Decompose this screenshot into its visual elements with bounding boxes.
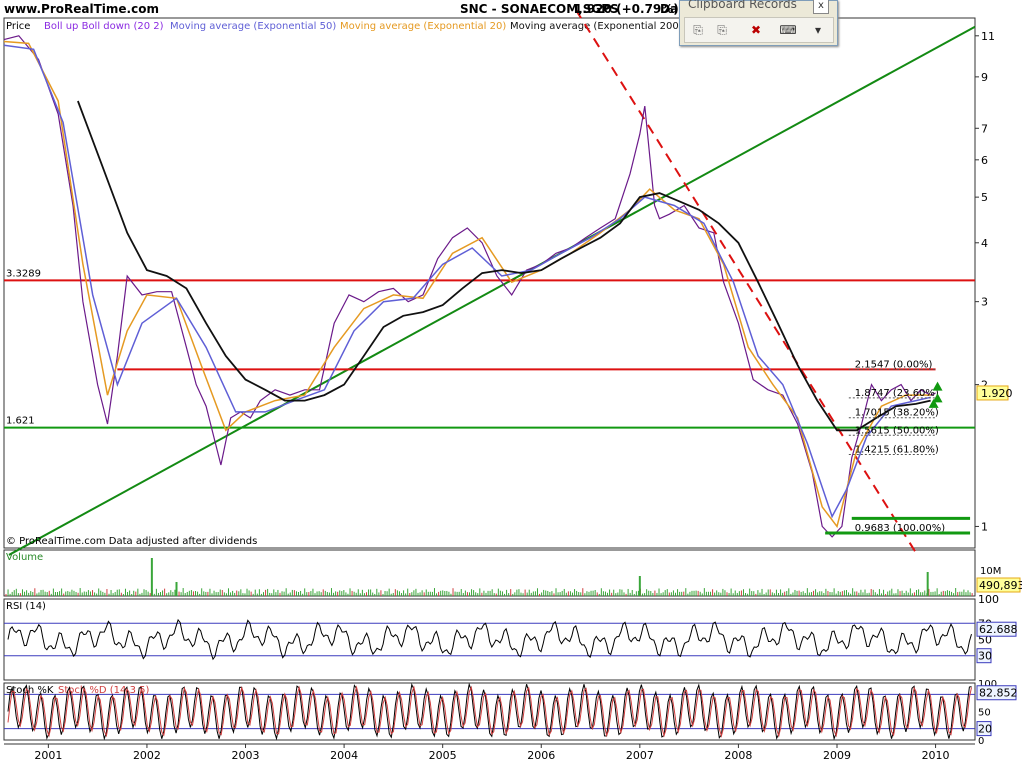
copy-icon[interactable]: ⎘: [689, 21, 707, 39]
level-label: 1.621: [6, 416, 35, 427]
y-tick-label: 1: [981, 520, 988, 533]
rsi-axis-label: 100: [978, 593, 999, 606]
y-tick-label: 7: [981, 122, 988, 135]
series-line: [3, 35, 936, 538]
x-tick-label: 2002: [133, 749, 161, 762]
y-tick-label: 5: [981, 191, 988, 204]
legend-item: Moving average (Exponential 20): [340, 21, 506, 32]
keyboard-icon[interactable]: ⌨: [779, 21, 797, 39]
stoch-axis-label: 50: [978, 708, 991, 719]
fib-level-label: 2.1547 (0.00%): [855, 359, 933, 370]
x-tick-label: 2010: [922, 749, 950, 762]
support-trendline: [8, 25, 976, 556]
y-tick-label: 4: [981, 237, 988, 250]
volume-last-label: 490,893: [979, 579, 1022, 592]
dropdown-icon[interactable]: ▾: [809, 21, 827, 39]
y-tick-label: 3: [981, 296, 988, 309]
volume-panel: [3, 549, 976, 597]
site-label: www.ProRealTime.com: [4, 2, 159, 16]
x-tick-label: 2009: [823, 749, 851, 762]
popup-toolbar: ⎘ ⎘ ✖ ⌨ ▾: [684, 17, 834, 43]
stoch-lower-label: 20: [978, 723, 992, 736]
rsi-title: RSI (14): [6, 601, 46, 612]
rsi-lower-label: 30: [978, 650, 992, 663]
price-panel: [3, 17, 976, 549]
popup-title: Clipboard Records: [688, 0, 797, 11]
rsi-last-label: 62.688: [979, 623, 1018, 636]
y-tick-label: 6: [981, 154, 988, 167]
x-tick-label: 2005: [429, 749, 457, 762]
legend-item: Boll up Boll down (20 2): [44, 21, 164, 32]
legend-item: Price: [6, 21, 30, 32]
x-tick-label: 2008: [724, 749, 752, 762]
x-tick-label: 2003: [232, 749, 260, 762]
level-label: 3.3289: [6, 268, 41, 279]
fib-level-label: 1.4215 (61.80%): [855, 444, 939, 455]
rsi-line: [7, 618, 972, 661]
signal-arrow: [932, 381, 943, 391]
stoch-axis-label: 0: [978, 736, 984, 747]
chart-canvas[interactable]: Price Boll up Boll down (20 2) Moving aver…: [0, 0, 1022, 768]
fib-level-label: 1.7015 (38.20%): [855, 408, 939, 419]
close-icon[interactable]: x: [813, 0, 829, 14]
fib-level-label: 1.8747 (23.60%): [855, 388, 939, 399]
clipboard-records-popup[interactable]: Clipboard Records x ⎘ ⎘ ✖ ⌨ ▾: [679, 0, 838, 46]
x-tick-label: 2007: [626, 749, 654, 762]
stoch-last-label: 82.852: [979, 687, 1018, 700]
fib-level-label: 1.5615 (50.00%): [855, 425, 939, 436]
legend-item: Moving average (Exponential 200): [510, 21, 683, 32]
y-tick-label: 9: [981, 71, 988, 84]
x-tick-label: 2006: [527, 749, 555, 762]
legend-item: Moving average (Exponential 50): [170, 21, 336, 32]
current-price-label: 1.920: [981, 387, 1013, 400]
x-tick-label: 2004: [330, 749, 358, 762]
delete-icon[interactable]: ✖: [747, 21, 765, 39]
y-tick-label: 11: [981, 30, 995, 43]
x-tick-label: 2001: [34, 749, 62, 762]
volume-scale-label: 10M: [980, 566, 1001, 577]
paste-icon[interactable]: ⎘: [713, 21, 731, 39]
series-line: [77, 100, 931, 432]
volume-title: Volume: [6, 552, 43, 563]
footnote: © ProRealTime.com Data adjusted after di…: [6, 536, 257, 547]
